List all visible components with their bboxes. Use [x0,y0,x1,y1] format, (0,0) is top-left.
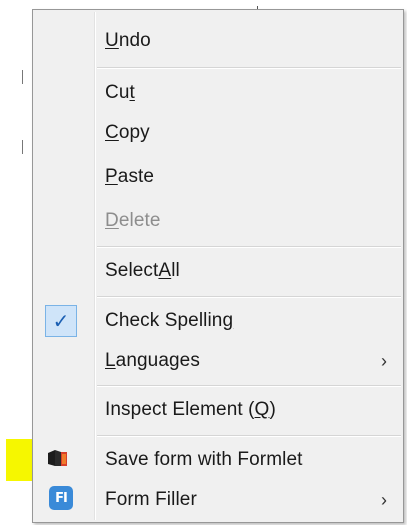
menu-item-check-spelling[interactable]: ✓ Check Spellin g [33,299,403,343]
background-mark [22,70,23,84]
menu-separator [97,296,401,298]
menu-item-label: Delete [105,210,161,231]
menu-item-cut[interactable]: Cu t [33,71,403,115]
menu-item-delete[interactable]: Delete [33,199,403,243]
menu-item-label: Select All [105,260,180,281]
menu-item-label: Check Spellin g [105,310,234,331]
menu-separator [97,435,401,437]
menu-separator [97,246,401,248]
menu-item-label: Paste [105,166,155,187]
menu-item-label: Form Filler [105,489,197,510]
menu-separator [97,67,401,69]
menu-item-undo[interactable]: Undo [33,19,403,63]
menu-item-label: Cu t [105,82,135,103]
menu-item-select-all[interactable]: Select All [33,249,403,293]
menu-item-label: Languages [105,350,200,371]
chevron-right-icon: › [381,489,387,510]
form-filler-icon: FI [49,486,73,510]
menu-item-label: Inspect Element (Q) [105,399,276,420]
menu-item-label: Undo [105,30,151,51]
menu-item-paste[interactable]: Paste [33,155,403,199]
context-menu: Undo Cu t Copy Paste Delete Select All ✓ … [32,9,404,523]
checkmark-icon: ✓ [45,305,77,337]
chevron-right-icon: › [381,350,387,371]
formlet-icon [48,450,67,466]
menu-item-label: Copy [105,122,150,143]
menu-item-languages[interactable]: Languages › [33,339,403,383]
menu-item-save-form-formlet[interactable]: Save form with Formlet [33,438,403,482]
menu-item-copy[interactable]: Copy [33,111,403,155]
screen: Undo Cu t Copy Paste Delete Select All ✓ … [0,0,407,525]
background-mark [22,140,23,154]
menu-item-inspect-element[interactable]: Inspect Element (Q) [33,388,403,432]
menu-separator [97,385,401,387]
menu-item-form-filler[interactable]: FI Form Filler › [33,478,403,522]
menu-item-label: Save form with Formlet [105,449,303,470]
